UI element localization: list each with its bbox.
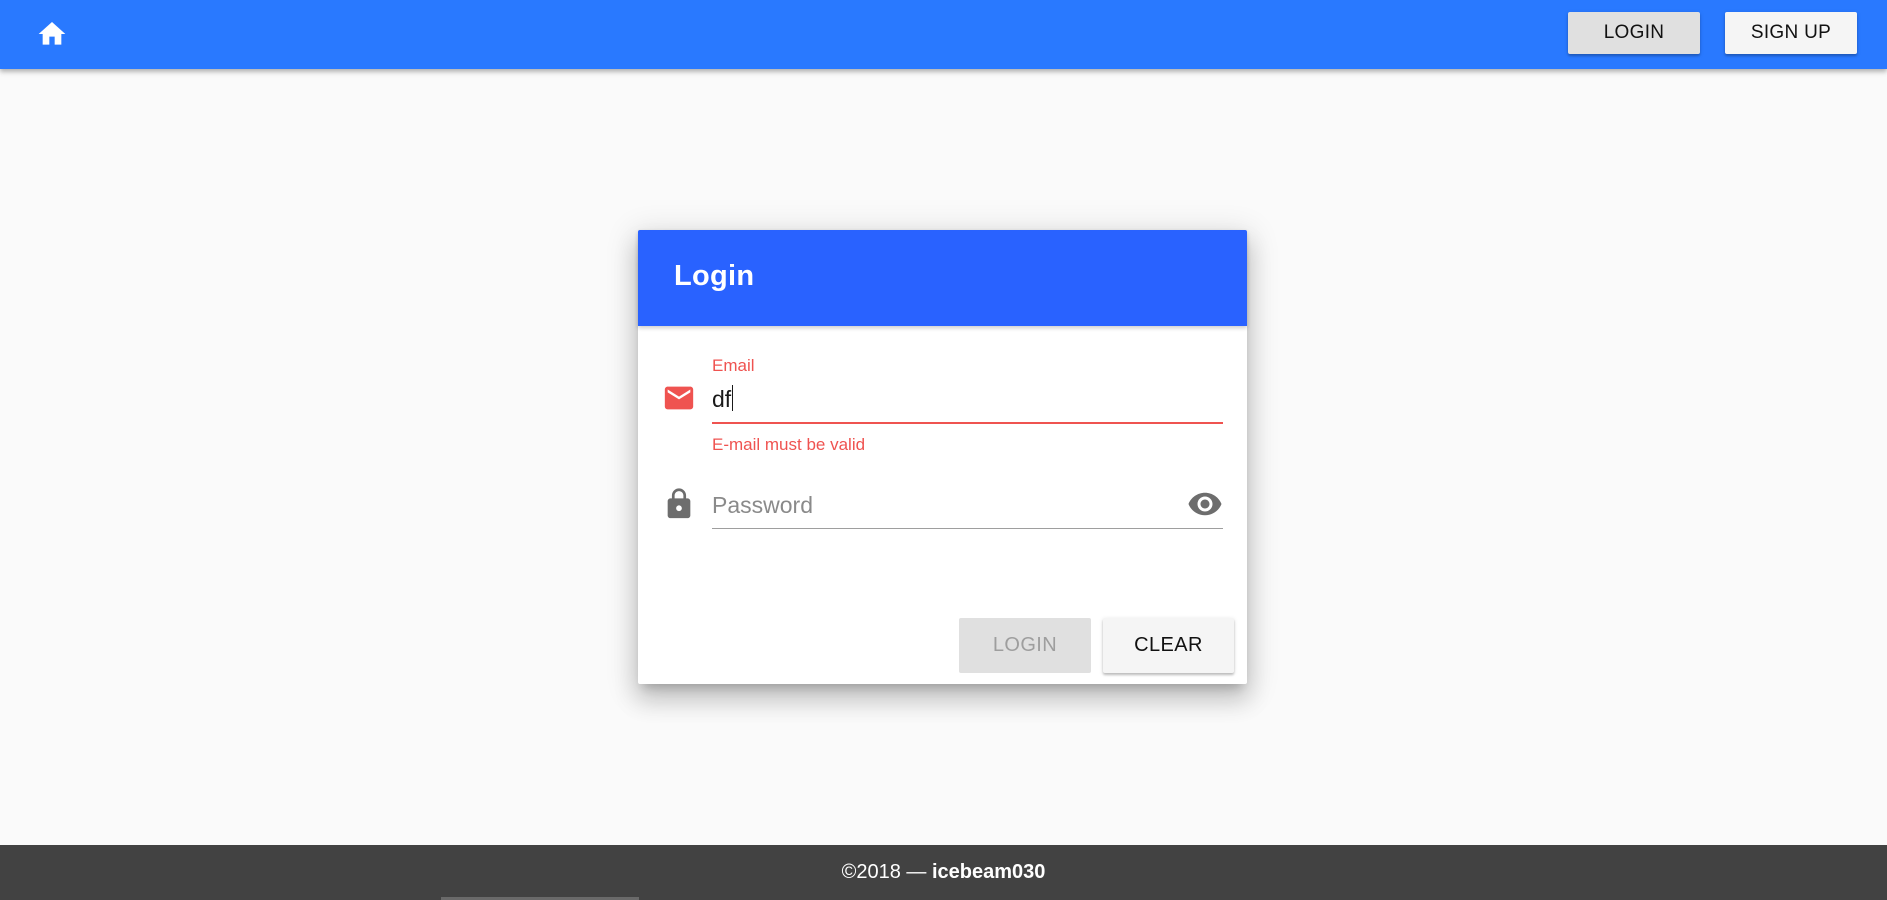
password-input[interactable] <box>712 488 1172 522</box>
login-card-title: Login <box>674 260 755 292</box>
email-underline <box>712 422 1223 424</box>
footer: ©2018 — icebeam030 <box>0 845 1887 900</box>
email-error-message: E-mail must be valid <box>712 435 866 454</box>
footer-author: icebeam030 <box>931 861 1046 883</box>
lock-icon <box>662 487 696 521</box>
login-card-header: Login <box>638 230 1247 326</box>
password-underline <box>712 528 1223 529</box>
login-button[interactable]: LOGIN <box>959 618 1091 673</box>
show-password-toggle[interactable] <box>1186 487 1224 521</box>
email-label: Email <box>712 356 755 375</box>
nav-login-button[interactable]: LOGIN <box>1568 12 1700 54</box>
clear-button[interactable]: CLEAR <box>1103 618 1234 673</box>
footer-copyright: ©2018 — <box>841 861 932 883</box>
email-input[interactable] <box>712 382 1212 416</box>
login-card: Login Email E-mail must be valid LOGIN C… <box>638 230 1247 684</box>
home-icon <box>38 22 66 45</box>
app-bar: LOGIN SIGN UP <box>0 0 1887 69</box>
home-button[interactable] <box>30 14 74 54</box>
nav-signup-button[interactable]: SIGN UP <box>1725 12 1857 54</box>
text-cursor <box>732 385 733 411</box>
eye-icon <box>1188 492 1222 516</box>
email-icon <box>662 381 696 415</box>
